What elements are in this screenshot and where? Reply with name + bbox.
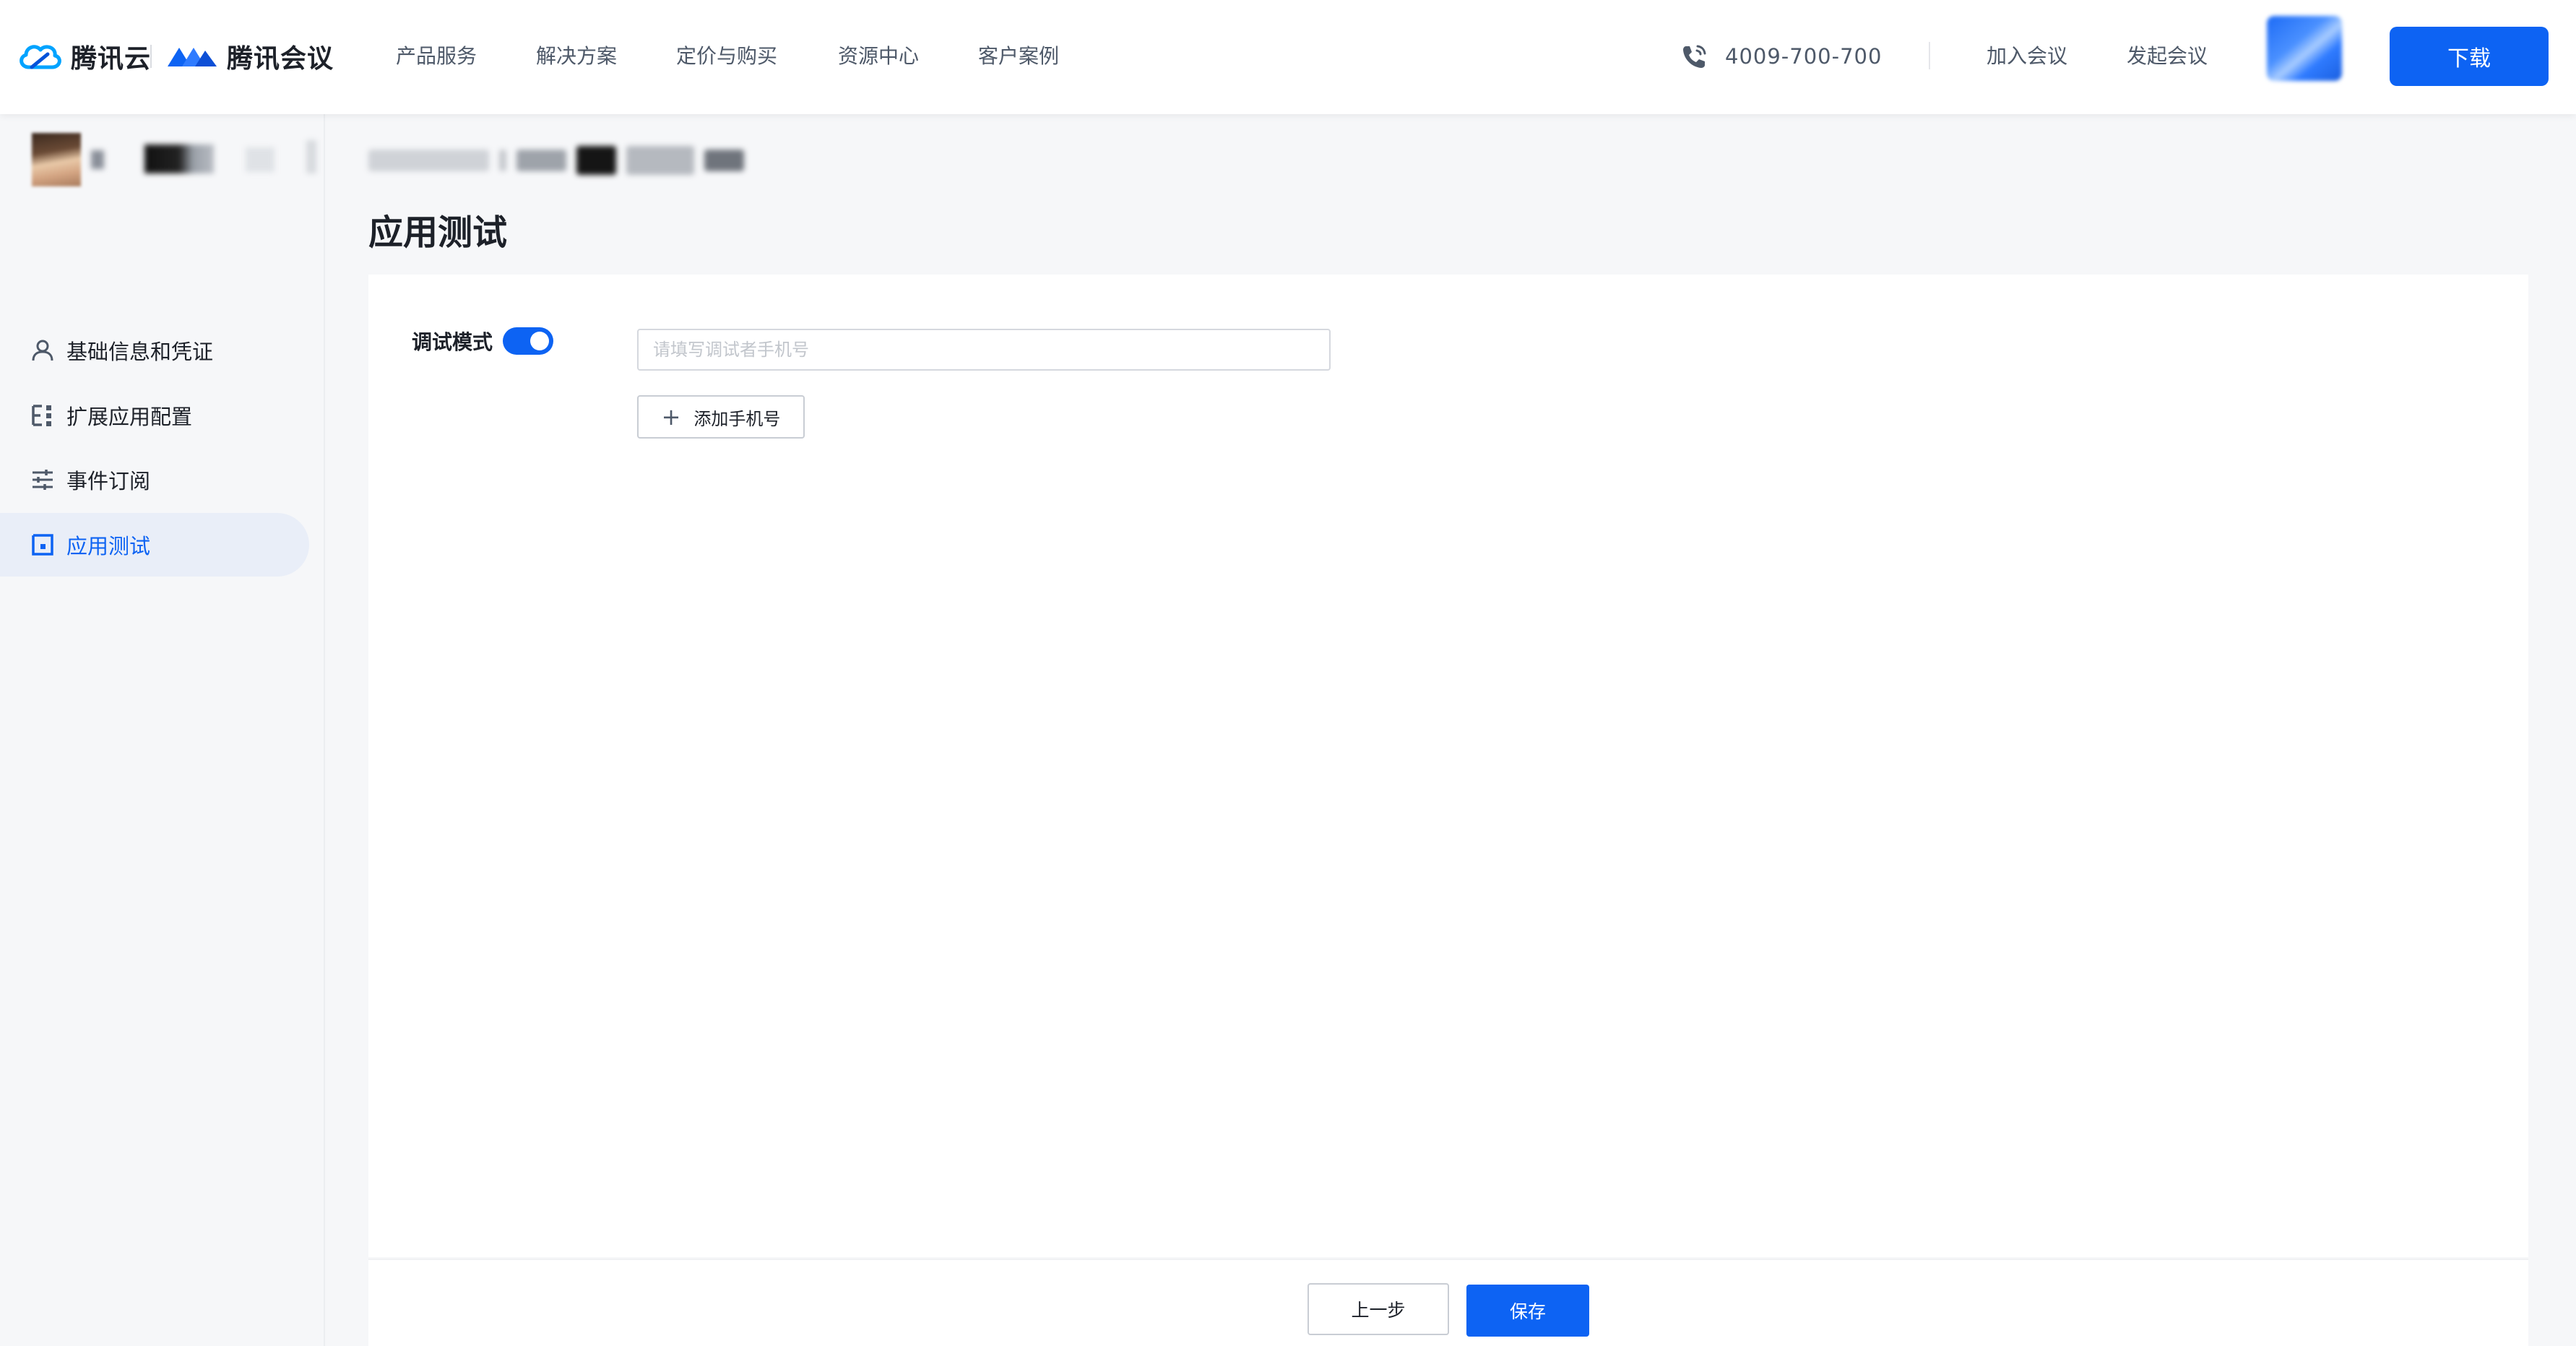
- account-name-redacted: [91, 150, 104, 169]
- sidebar-item-label: 扩展应用配置: [66, 405, 193, 429]
- cloud-logo-icon: [20, 45, 61, 69]
- hotline[interactable]: 4009-700-700: [1680, 40, 1882, 72]
- breadcrumb: [368, 144, 744, 176]
- sidebar: 基础信息和凭证 扩展应用配置 事件订阅 应用测试: [0, 114, 325, 1346]
- account-action-redacted: [306, 140, 316, 173]
- sidebar-item-basic-info[interactable]: 基础信息和凭证: [0, 319, 309, 382]
- tencent-cloud-logo[interactable]: 腾讯云: [16, 36, 151, 77]
- plus-icon: +: [661, 403, 681, 431]
- sidebar-item-event-subscription[interactable]: 事件订阅: [0, 448, 309, 512]
- brand-meeting-text: 腾讯会议: [227, 44, 334, 74]
- start-meeting-link[interactable]: 发起会议: [2127, 40, 2208, 72]
- phone-icon: [1683, 45, 1706, 68]
- save-button[interactable]: 保存: [1466, 1285, 1589, 1337]
- tencent-meeting-logo[interactable]: 腾讯会议: [166, 36, 334, 77]
- debug-mode-label: 调试模式: [412, 330, 493, 354]
- debug-mode-toggle[interactable]: [503, 327, 553, 355]
- breadcrumb-separator: [499, 150, 506, 171]
- topbar-divider: [1929, 42, 1930, 69]
- hotline-number: 4009-700-700: [1725, 44, 1883, 69]
- test-frame-icon: [32, 534, 53, 556]
- account-action-redacted: [246, 147, 275, 172]
- page-title: 应用测试: [368, 212, 508, 253]
- sidebar-item-label: 基础信息和凭证: [66, 340, 214, 364]
- account-name-redacted: [144, 144, 214, 173]
- sliders-icon: [33, 470, 53, 490]
- breadcrumb-redacted: [576, 146, 616, 175]
- tester-phone-input[interactable]: [637, 329, 1331, 371]
- brand-cloud-text: 腾讯云: [71, 44, 152, 74]
- download-button[interactable]: 下载: [2390, 27, 2549, 86]
- nav-solutions[interactable]: 解决方案: [536, 40, 617, 72]
- breadcrumb-redacted: [704, 150, 744, 171]
- join-meeting-link[interactable]: 加入会议: [1987, 40, 2067, 72]
- add-phone-button[interactable]: + 添加手机号: [637, 395, 805, 439]
- sidebar-item-app-test[interactable]: 应用测试: [0, 513, 309, 577]
- toggle-knob: [530, 332, 549, 350]
- breadcrumb-redacted: [516, 150, 566, 171]
- nav-cases[interactable]: 客户案例: [978, 40, 1059, 72]
- breadcrumb-redacted: [626, 146, 694, 175]
- add-phone-label: 添加手机号: [693, 408, 781, 429]
- breadcrumb-redacted[interactable]: [368, 150, 490, 171]
- nav-products[interactable]: 产品服务: [396, 40, 477, 72]
- user-profile-image[interactable]: [2267, 16, 2342, 81]
- nav-pricing[interactable]: 定价与购买: [676, 40, 777, 72]
- sidebar-item-label: 应用测试: [66, 534, 151, 558]
- nav-resources[interactable]: 资源中心: [838, 40, 919, 72]
- previous-step-button[interactable]: 上一步: [1308, 1283, 1449, 1335]
- top-navigation-bar: 腾讯云 腾讯会议 产品服务 解决方案 定价与购买 资源中心 客户案例 4009-…: [0, 0, 2576, 114]
- config-list-icon: [32, 405, 51, 426]
- sidebar-item-label: 事件订阅: [66, 469, 151, 493]
- user-icon: [32, 340, 53, 361]
- avatar[interactable]: [32, 133, 81, 186]
- sidebar-item-extension-config[interactable]: 扩展应用配置: [0, 384, 309, 447]
- brand-divider: [150, 45, 152, 68]
- meeting-logo-icon: [168, 48, 217, 66]
